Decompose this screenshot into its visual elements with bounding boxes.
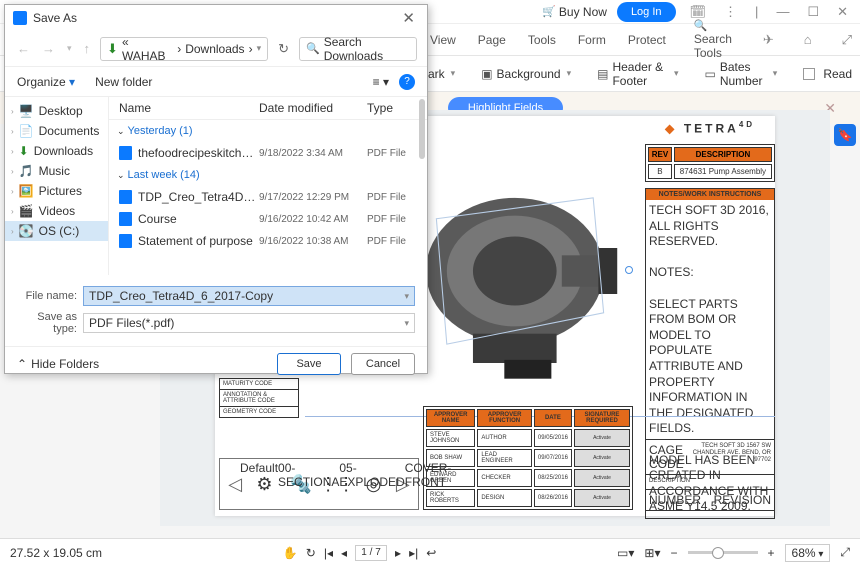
page-number-input[interactable]: 1 / 7: [355, 545, 387, 561]
menu-form[interactable]: Form: [578, 33, 606, 47]
code-boxes: MATURITY CODEANNOTATION & ATTRIBUTE CODE…: [219, 378, 299, 417]
pdf-file-icon: [119, 234, 132, 248]
col-type[interactable]: Type: [367, 101, 417, 115]
view-mode-button[interactable]: ≡ ▾: [373, 75, 389, 89]
scrollbar[interactable]: [419, 99, 425, 159]
read-checkbox[interactable]: Read: [795, 63, 860, 85]
nav-recent-icon[interactable]: ▾: [65, 41, 74, 56]
nav-up-icon[interactable]: ↑: [82, 39, 93, 58]
tree-item-videos[interactable]: ›🎬Videos: [5, 201, 108, 221]
nav-forward-icon[interactable]: →: [40, 39, 57, 58]
next-page-icon[interactable]: ▸: [395, 546, 401, 560]
header-footer-button[interactable]: ▤ Header & Footer▾: [589, 56, 686, 92]
col-date[interactable]: Date modified: [259, 101, 367, 115]
new-folder-button[interactable]: New folder: [95, 75, 152, 89]
zoom-out-icon[interactable]: −: [671, 546, 678, 560]
app-icon: [13, 11, 27, 25]
file-row[interactable]: Statement of purpose9/16/2022 10:38 AMPD…: [109, 230, 427, 252]
file-row[interactable]: Course9/16/2022 10:42 AMPDF File: [109, 208, 427, 230]
dialog-close-icon[interactable]: ✕: [398, 9, 419, 27]
filename-input[interactable]: TDP_Creo_Tetra4D_6_2017-Copy▾: [83, 286, 415, 306]
login-button[interactable]: Log In: [617, 2, 676, 22]
title-block: CAGE CODETECH SOFT 3D 1567 SW CHANDLER A…: [645, 439, 775, 510]
buy-now-link[interactable]: 🛒 Buy Now: [542, 5, 607, 19]
menu-page[interactable]: Page: [478, 33, 506, 47]
help-icon[interactable]: ?: [399, 74, 415, 90]
cancel-button[interactable]: Cancel: [351, 353, 415, 375]
expand-icon[interactable]: ⤢: [842, 32, 852, 48]
pump-3d-model[interactable]: [415, 156, 625, 386]
divider: |: [751, 4, 762, 19]
maximize-icon[interactable]: ☐: [803, 4, 823, 20]
reflow-icon[interactable]: ↩: [426, 546, 436, 560]
folder-tree: ›🖥️Desktop›📄Documents›⬇Downloads›🎵Music›…: [5, 97, 109, 275]
search-tools-input[interactable]: 🔍 Search Tools: [694, 19, 741, 60]
tetra-logo: ◆ TETRA4D: [645, 120, 775, 135]
savetype-select[interactable]: PDF Files(*.pdf)▾: [83, 313, 415, 333]
breadcrumb[interactable]: ⬇ « WAHAB › Downloads › ▾: [100, 37, 268, 61]
fit-page-icon[interactable]: ⊞▾: [644, 546, 660, 560]
page-dimensions: 27.52 x 19.05 cm: [10, 546, 102, 560]
tree-item-desktop[interactable]: ›🖥️Desktop: [5, 101, 108, 121]
bookmark-panel-button[interactable]: 🔖: [834, 124, 856, 146]
last-page-icon[interactable]: ▸|: [409, 546, 418, 560]
savetype-label: Save as type:: [17, 311, 83, 335]
bates-number-button[interactable]: ▭ Bates Number▾: [696, 56, 785, 92]
prev-page-icon[interactable]: ◂: [341, 546, 347, 560]
pdf-file-icon: [119, 190, 132, 204]
home-icon[interactable]: ⌂: [804, 32, 812, 47]
tree-item-osc[interactable]: ›💽OS (C:): [5, 221, 108, 241]
chevron-down-icon[interactable]: ▾: [257, 43, 262, 54]
revision-table: REVDESCRIPTION B874631 Pump Assembly: [645, 144, 775, 182]
signature-table: APPROVER NAMEAPPROVER FUNCTIONDATESIGNAT…: [423, 406, 633, 510]
zoom-slider[interactable]: [688, 551, 758, 554]
refresh-icon[interactable]: ↻: [276, 39, 291, 59]
organize-button[interactable]: Organize ▾: [17, 75, 75, 89]
tree-item-downloads[interactable]: ›⬇Downloads: [5, 141, 108, 161]
hand-tool-icon[interactable]: ✋: [283, 546, 298, 560]
file-row[interactable]: thefoodrecipeskitchen-free-recipe-ebook9…: [109, 142, 427, 164]
kebab-icon[interactable]: ⋮: [720, 4, 741, 20]
calendar-icon[interactable]: 🗓: [686, 4, 711, 20]
dialog-title: Save As: [33, 11, 77, 25]
fullscreen-icon[interactable]: ⤢: [840, 545, 850, 560]
search-input[interactable]: 🔍 Search Downloads: [299, 37, 417, 61]
rotate-icon[interactable]: ↻: [306, 546, 316, 560]
background-button[interactable]: ▣ Background▾: [473, 63, 579, 85]
zoom-in-icon[interactable]: +: [768, 546, 775, 560]
save-button[interactable]: Save: [277, 353, 341, 375]
tree-item-documents[interactable]: ›📄Documents: [5, 121, 108, 141]
first-page-icon[interactable]: |◂: [324, 546, 333, 560]
menu-view[interactable]: View: [430, 33, 456, 47]
save-as-dialog: Save As ✕ ← → ▾ ↑ ⬇ « WAHAB › Downloads …: [4, 4, 428, 374]
close-window-icon[interactable]: ✕: [833, 4, 852, 20]
col-name[interactable]: Name: [119, 101, 259, 115]
filename-label: File name:: [17, 290, 83, 302]
nav-back-icon[interactable]: ←: [15, 39, 32, 58]
menu-protect[interactable]: Protect: [628, 33, 666, 47]
pdf-file-icon: [119, 212, 132, 226]
selection-handle[interactable]: [625, 266, 633, 274]
tree-item-music[interactable]: ›🎵Music: [5, 161, 108, 181]
tree-item-pictures[interactable]: ›🖼️Pictures: [5, 181, 108, 201]
zoom-level[interactable]: 68% ▾: [785, 544, 831, 562]
download-icon: ⬇: [107, 41, 118, 57]
file-list: Name Date modified Type ⌄ Yesterday (1)t…: [109, 97, 427, 275]
pdf-file-icon: [119, 146, 132, 160]
file-group[interactable]: ⌄ Last week (14): [109, 164, 427, 186]
file-row[interactable]: TDP_Creo_Tetra4D_6_20179/17/2022 12:29 P…: [109, 186, 427, 208]
send-icon[interactable]: ✈: [763, 32, 774, 48]
hide-folders-button[interactable]: ⌃ Hide Folders: [17, 357, 99, 371]
file-group[interactable]: ⌄ Yesterday (1): [109, 120, 427, 142]
view-thumbnails: Default00-SECTIONA05-EXPLODEDCOVER-FRONT…: [219, 458, 419, 510]
menu-tools[interactable]: Tools: [528, 33, 556, 47]
minimize-icon[interactable]: —: [772, 4, 793, 19]
fit-width-icon[interactable]: ▭▾: [617, 546, 634, 560]
